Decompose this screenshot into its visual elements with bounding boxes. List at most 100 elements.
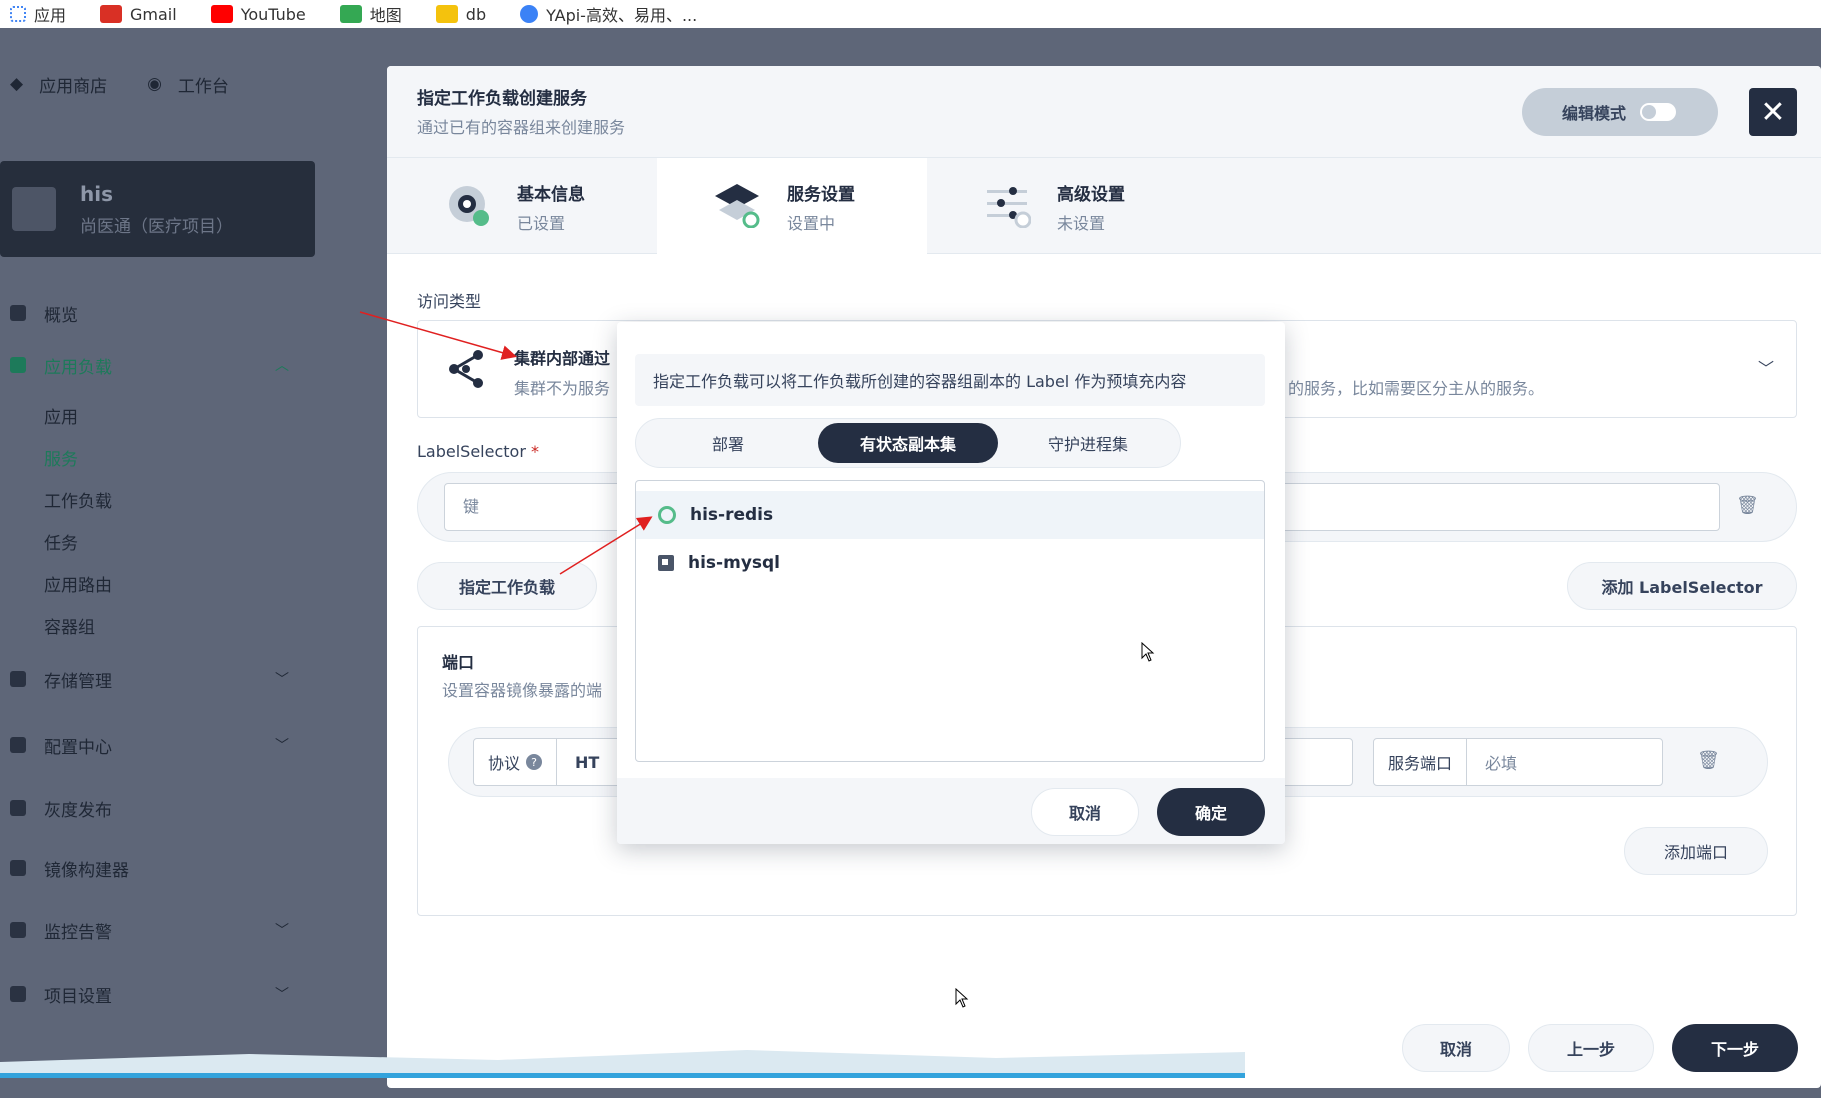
- config-icon: [10, 737, 26, 753]
- chevron-down-icon: ﹀: [275, 987, 289, 1003]
- gray-release-icon: [10, 800, 26, 816]
- storage-icon: [10, 671, 26, 687]
- specify-workload-button[interactable]: 指定工作负载: [417, 562, 597, 610]
- sidebar-sub-apps[interactable]: 应用: [0, 394, 315, 436]
- sidebar-item-project-settings[interactable]: 项目设置 ﹀: [0, 962, 315, 1026]
- sidebar-item-app-workloads[interactable]: 应用负载 ︿: [0, 336, 315, 394]
- close-button[interactable]: ✕: [1749, 88, 1797, 136]
- popup-confirm-button[interactable]: 确定: [1157, 788, 1265, 836]
- basic-info-icon: [449, 186, 489, 226]
- image-builder-icon: [10, 860, 26, 876]
- bookmarks-bar: 应用 Gmail YouTube 地图 db YApi-高效、易用、...: [0, 0, 1821, 28]
- add-label-selector-button[interactable]: 添加 LabelSelector: [1567, 562, 1797, 610]
- workbench-link[interactable]: ◉ 工作台: [147, 72, 229, 97]
- workloads-icon: [10, 357, 26, 373]
- loading-progress-bar: [0, 1073, 1245, 1078]
- step-basic-info[interactable]: 基本信息 已设置: [387, 158, 657, 254]
- trash-icon[interactable]: 🗑: [1697, 750, 1720, 771]
- sidebar-item-storage[interactable]: 存储管理 ﹀: [0, 646, 315, 712]
- settings-icon: [10, 986, 26, 1002]
- steps-bar: 基本信息 已设置 服务设置 设置中 高级设置 未设置: [387, 158, 1821, 254]
- trash-icon[interactable]: 🗑: [1736, 495, 1759, 516]
- service-port-field[interactable]: 服务端口 必填: [1373, 738, 1663, 786]
- folder-icon: [435, 5, 458, 23]
- tab-daemonsets[interactable]: 守护进程集: [1000, 423, 1176, 463]
- monitoring-icon: [10, 922, 26, 938]
- next-step-button[interactable]: 下一步: [1672, 1024, 1798, 1072]
- bookmark-yapi[interactable]: YApi-高效、易用、...: [520, 2, 697, 26]
- popup-tip: 指定工作负载可以将工作负载所创建的容器组副本的 Label 作为预填充内容: [635, 354, 1265, 406]
- access-type-label: 访问类型: [417, 292, 482, 311]
- chevron-down-icon: ﹀: [275, 672, 289, 688]
- tab-deployments[interactable]: 部署: [640, 423, 816, 463]
- access-type-desc-tail: 的服务，比如需要区分主从的服务。: [1288, 379, 1545, 398]
- sidebar-item-image-builder[interactable]: 镜像构建器: [0, 838, 315, 898]
- bookmark-youtube[interactable]: YouTube: [210, 5, 306, 24]
- sidebar-item-config[interactable]: 配置中心 ﹀: [0, 712, 315, 778]
- list-item[interactable]: his-mysql: [636, 539, 1264, 587]
- sidebar-item-overview[interactable]: 概览: [0, 290, 315, 336]
- workload-box-icon: [658, 555, 674, 571]
- youtube-icon: [210, 5, 233, 23]
- gmail-icon: [100, 5, 123, 23]
- edit-mode-toggle[interactable]: 编辑模式: [1522, 88, 1718, 136]
- workload-type-tabs: 部署 有状态副本集 守护进程集: [635, 418, 1181, 468]
- workload-selector-popup: 指定工作负载可以将工作负载所创建的容器组副本的 Label 作为预填充内容 部署…: [617, 322, 1285, 844]
- sidebar-sub-workloads[interactable]: 工作负载: [0, 478, 315, 520]
- mouse-cursor-icon: [955, 988, 969, 1008]
- overview-icon: [10, 305, 26, 321]
- prev-step-button[interactable]: 上一步: [1528, 1024, 1654, 1072]
- top-nav: ◆ 应用商店 ◉ 工作台: [0, 54, 229, 114]
- popup-footer: 取消 确定: [617, 778, 1285, 844]
- sidebar-sub-routes[interactable]: 应用路由: [0, 562, 315, 604]
- project-desc: 尚医通（医疗项目）: [80, 216, 233, 237]
- chevron-down-icon: ﹀: [275, 923, 289, 939]
- chevron-down-icon: ﹀: [275, 738, 289, 754]
- bookmark-apps[interactable]: 应用: [10, 2, 66, 26]
- chevron-down-icon: ﹀: [1757, 359, 1774, 378]
- store-icon: ◆: [10, 74, 24, 94]
- workload-list: his-redis his-mysql: [635, 480, 1265, 762]
- step-service-settings[interactable]: 服务设置 设置中: [657, 158, 927, 254]
- sidebar-sub-pods[interactable]: 容器组: [0, 604, 315, 646]
- access-type-desc: 集群不为服务: [514, 379, 611, 398]
- status-ring-icon: [658, 506, 676, 524]
- sidebar-menu: 概览 应用负载 ︿ 应用 服务 工作负载 任务 应用路由 容器组 存储管理 ﹀ 配置…: [0, 290, 315, 1026]
- tab-statefulsets[interactable]: 有状态副本集: [818, 423, 998, 463]
- sidebar-sub-jobs[interactable]: 任务: [0, 520, 315, 562]
- mouse-cursor-icon: [1141, 642, 1155, 662]
- add-port-button[interactable]: 添加端口: [1624, 827, 1768, 875]
- step-advanced-settings[interactable]: 高级设置 未设置: [927, 158, 1197, 254]
- project-card[interactable]: his 尚医通（医疗项目）: [0, 161, 315, 257]
- project-name: his: [80, 181, 113, 206]
- share-nodes-icon: [449, 350, 483, 388]
- modal-header: 指定工作负载创建服务 通过已有的容器组来创建服务 编辑模式 ✕: [387, 66, 1821, 158]
- app-store-link[interactable]: ◆ 应用商店: [10, 72, 107, 97]
- ports-title: 端口: [442, 653, 475, 672]
- maps-icon: [339, 5, 362, 23]
- modal-subtitle: 通过已有的容器组来创建服务: [417, 118, 626, 137]
- bookmark-gmail[interactable]: Gmail: [100, 5, 177, 24]
- workbench-icon: ◉: [147, 74, 162, 94]
- toggle-switch-icon: [1640, 103, 1677, 121]
- yapi-icon: [520, 5, 539, 23]
- sidebar-item-gray-release[interactable]: 灰度发布: [0, 778, 315, 838]
- sidebar-item-monitoring[interactable]: 监控告警 ﹀: [0, 898, 315, 962]
- service-settings-icon: [715, 184, 760, 228]
- bookmark-maps[interactable]: 地图: [339, 2, 402, 26]
- sidebar-sub-services[interactable]: 服务: [0, 436, 315, 478]
- ports-desc: 设置容器镜像暴露的端: [442, 681, 603, 700]
- modal-title: 指定工作负载创建服务: [417, 89, 587, 109]
- access-type-title: 集群内部通过: [514, 349, 611, 368]
- list-item[interactable]: his-redis: [636, 491, 1264, 539]
- bookmark-db[interactable]: db: [435, 5, 486, 24]
- popup-cancel-button[interactable]: 取消: [1031, 788, 1139, 836]
- label-selector-label: LabelSelector *: [417, 442, 539, 461]
- cancel-button[interactable]: 取消: [1402, 1024, 1510, 1072]
- project-icon: [12, 187, 56, 231]
- chevron-up-icon: ︿: [275, 358, 289, 374]
- help-icon: ?: [526, 754, 543, 770]
- apps-icon: [10, 6, 26, 22]
- close-icon: ✕: [1760, 94, 1786, 130]
- advanced-settings-icon: [987, 187, 1031, 228]
